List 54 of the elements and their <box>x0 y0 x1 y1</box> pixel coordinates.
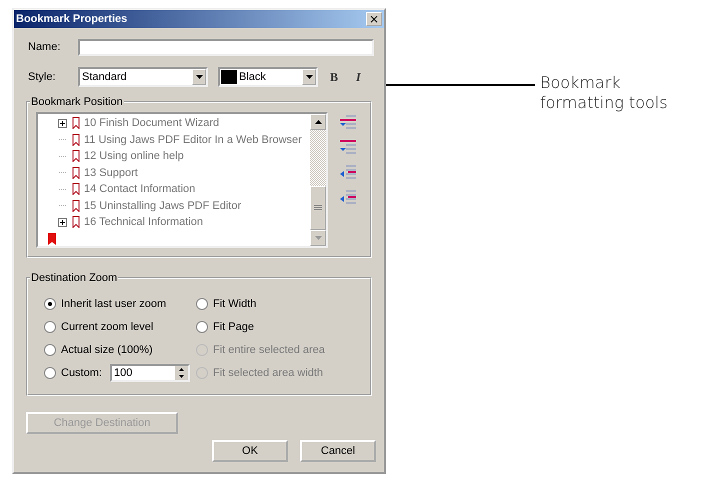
radio-button[interactable] <box>196 298 208 310</box>
bookmark-icon <box>72 166 80 179</box>
name-field[interactable] <box>78 38 374 56</box>
move-bookmark-icon[interactable] <box>340 114 356 130</box>
bookmark-tree[interactable]: 10 Finish Document Wizard 11 Using Jaws PDF Editor In a Web Browser 12 Using online help 13 Support 14 Contact Information 15 Uninstalling Jaws PDF Editor 16 Technical Information <box>36 112 328 248</box>
group-title: Bookmark Position <box>30 96 124 108</box>
move-bookmark-icon[interactable] <box>340 189 356 205</box>
bookmark-icon <box>72 216 80 228</box>
close-button[interactable]: × <box>366 12 382 26</box>
grip-icon[interactable] <box>314 205 322 211</box>
dialog-button[interactable]: Cancel <box>300 440 376 462</box>
bookmark-item[interactable]: 14 Contact Information <box>84 183 196 196</box>
bookmark-icon <box>72 150 80 162</box>
option-label[interactable]: Actual size (100%) <box>61 344 153 356</box>
option-label[interactable]: Fit Width <box>213 298 256 310</box>
bookmark-icon <box>72 117 80 130</box>
radio-button[interactable] <box>44 344 56 356</box>
bookmark-item[interactable]: 12 Using online help <box>84 150 184 162</box>
bookmark-icon <box>72 200 80 212</box>
radio-button[interactable] <box>44 298 56 310</box>
dialog-button[interactable]: OK <box>212 440 288 462</box>
bookmark-item[interactable]: 16 Technical Information <box>84 216 204 228</box>
callout-text: Bookmark formatting tools <box>540 73 668 113</box>
option-label[interactable]: Current zoom level <box>61 320 154 332</box>
move-bookmark-icon[interactable] <box>340 139 356 155</box>
move-bookmark-icon[interactable] <box>340 164 356 180</box>
option-label[interactable]: Custom: <box>61 366 102 378</box>
bookmark-item[interactable]: 11 Using Jaws PDF Editor In a Web Browser <box>84 134 302 146</box>
name-label: Name: <box>27 41 62 53</box>
window-title: Bookmark Properties <box>16 13 128 25</box>
radio-button[interactable] <box>44 320 56 332</box>
spin-up-icon[interactable] <box>178 368 184 370</box>
bookmark-item[interactable]: 15 Uninstalling Jaws PDF Editor <box>84 200 242 212</box>
bold-button[interactable]: B <box>326 70 342 84</box>
color-dropdown[interactable]: Black <box>218 67 318 87</box>
bookmark-icon <box>72 134 80 146</box>
italic-button[interactable]: I <box>352 70 365 84</box>
option-label[interactable]: Fit Page <box>213 320 254 332</box>
bookmark-icon <box>72 183 80 196</box>
style-label: Style: <box>27 71 57 83</box>
expand-icon[interactable] <box>58 218 67 227</box>
new-bookmark-icon[interactable] <box>48 232 56 245</box>
scrollbar[interactable] <box>310 114 326 246</box>
bookmark-item[interactable]: 10 Finish Document Wizard <box>84 117 220 130</box>
radio-button[interactable] <box>44 366 56 378</box>
bookmark-item[interactable]: 13 Support <box>84 166 138 179</box>
zoom-spinbox[interactable]: 100 <box>110 364 190 382</box>
expand-icon[interactable] <box>58 118 67 128</box>
radio-button[interactable] <box>196 320 208 332</box>
spin-down-icon[interactable] <box>178 374 184 378</box>
option-label[interactable]: Inherit last user zoom <box>61 298 166 310</box>
group-title: Destination Zoom <box>30 272 118 284</box>
style-dropdown[interactable]: Standard <box>78 67 208 87</box>
scroll-up-icon[interactable] <box>314 120 322 124</box>
